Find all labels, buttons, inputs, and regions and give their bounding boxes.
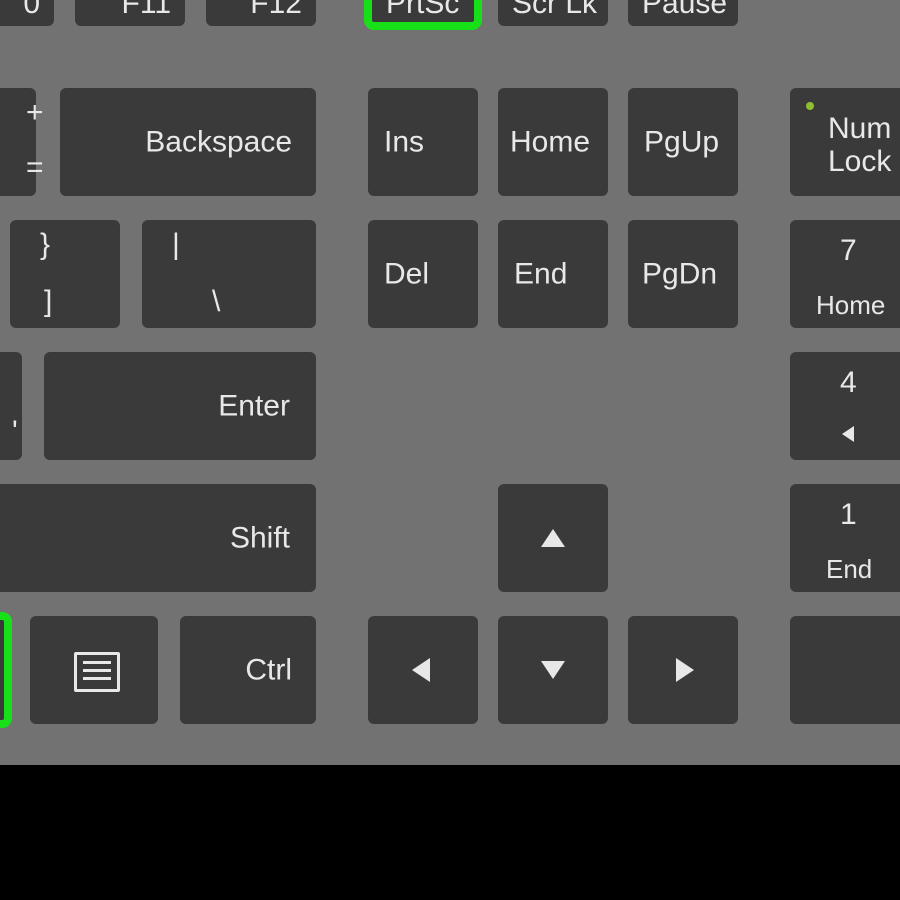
key-enter-label: Enter <box>218 390 290 423</box>
key-quote-lower: ' <box>12 415 18 448</box>
key-kp4[interactable]: 4 <box>790 352 900 460</box>
key-backspace[interactable]: Backspace <box>60 88 316 196</box>
key-kp4-label: 4 <box>840 366 857 399</box>
key-enter[interactable]: Enter <box>44 352 316 460</box>
key-menu[interactable] <box>30 616 158 724</box>
key-kp1-sub: End <box>826 555 872 584</box>
key-f10-label: 0 <box>23 0 40 20</box>
key-end[interactable]: End <box>498 220 608 328</box>
key-pgdn[interactable]: PgDn <box>628 220 738 328</box>
key-backslash-lower: \ <box>212 285 220 318</box>
arrow-left-icon <box>412 658 430 682</box>
key-shift-label: Shift <box>230 522 290 555</box>
key-equals-upper: + <box>26 96 44 129</box>
arrow-down-icon <box>541 661 565 679</box>
key-ins[interactable]: Ins <box>368 88 478 196</box>
key-kp7[interactable]: 7 Home <box>790 220 900 328</box>
key-kp7-sub: Home <box>816 291 885 320</box>
key-home[interactable]: Home <box>498 88 608 196</box>
key-backslash-upper: | <box>172 228 180 261</box>
key-kp0[interactable] <box>790 616 900 724</box>
key-ins-label: Ins <box>384 126 424 159</box>
key-numlock-label: Num Lock <box>828 112 891 178</box>
key-arrow-left[interactable] <box>368 616 478 724</box>
key-right-bracket-lower: ] <box>44 285 52 318</box>
key-arrow-right[interactable] <box>628 616 738 724</box>
key-f10[interactable]: 0 <box>0 0 54 26</box>
key-ctrl-label: Ctrl <box>245 654 292 687</box>
key-shift[interactable]: Shift <box>0 484 316 592</box>
key-pgdn-label: PgDn <box>642 258 717 291</box>
key-prtsc[interactable]: PrtSc <box>368 0 478 26</box>
key-numlock[interactable]: Num Lock <box>790 88 900 196</box>
key-f11[interactable]: F11 <box>75 0 185 26</box>
key-scrlk[interactable]: Scr Lk <box>498 0 608 26</box>
key-end-label: End <box>514 258 567 291</box>
key-arrow-down[interactable] <box>498 616 608 724</box>
key-pause-label: Pause <box>642 0 727 20</box>
numlock-led-icon <box>806 102 814 110</box>
key-home-label: Home <box>510 126 590 159</box>
key-prtsc-label: PrtSc <box>386 0 459 20</box>
key-kp7-label: 7 <box>840 234 857 267</box>
menu-icon <box>74 652 120 692</box>
key-f12[interactable]: F12 <box>206 0 316 26</box>
letterbox-bottom <box>0 765 900 900</box>
key-backslash[interactable]: | \ <box>142 220 316 328</box>
key-scrlk-label: Scr Lk <box>512 0 597 20</box>
key-equals-lower: = <box>26 151 44 184</box>
key-f11-label: F11 <box>122 0 171 20</box>
key-right-bracket-upper: } <box>40 228 50 261</box>
key-pgup-label: PgUp <box>644 126 719 159</box>
key-arrow-up[interactable] <box>498 484 608 592</box>
kp4-left-arrow-icon <box>842 426 854 442</box>
key-kp1-label: 1 <box>840 498 857 531</box>
arrow-up-icon <box>541 529 565 547</box>
key-pgup[interactable]: PgUp <box>628 88 738 196</box>
arrow-right-icon <box>676 658 694 682</box>
key-backspace-label: Backspace <box>145 126 292 159</box>
key-quote[interactable]: ' <box>0 352 22 460</box>
key-del[interactable]: Del <box>368 220 478 328</box>
key-del-label: Del <box>384 258 429 291</box>
key-pause[interactable]: Pause <box>628 0 738 26</box>
key-ctrl[interactable]: Ctrl <box>180 616 316 724</box>
key-highlighted-left[interactable] <box>0 616 8 724</box>
key-f12-label: F12 <box>250 0 302 20</box>
key-kp1[interactable]: 1 End <box>790 484 900 592</box>
key-right-bracket[interactable]: } ] <box>10 220 120 328</box>
key-equals[interactable]: + = <box>0 88 36 196</box>
